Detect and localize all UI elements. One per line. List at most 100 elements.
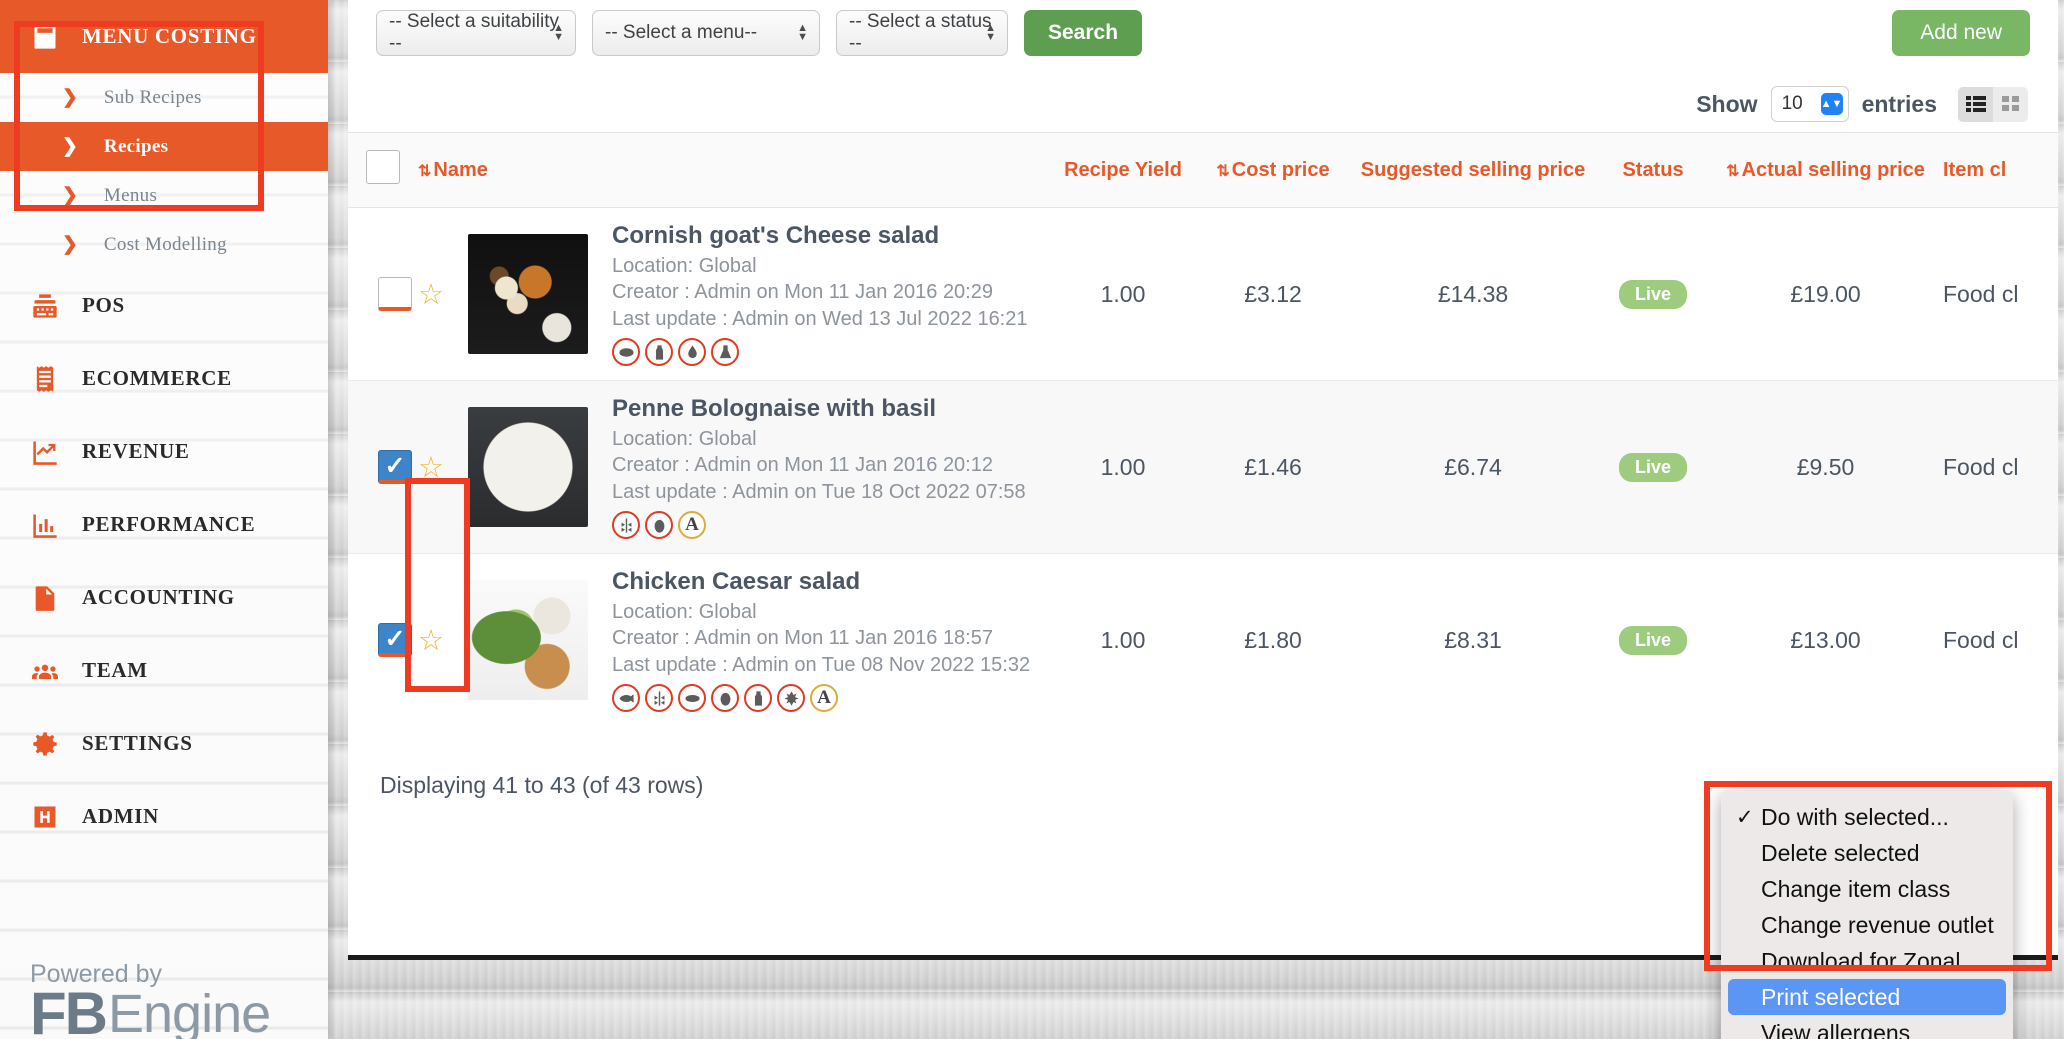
allergen-egg-icon[interactable] [711,684,739,713]
recipe-meta: Chicken Caesar salad Location: Global Cr… [612,568,1030,713]
sidebar-item-label: ACCOUNTING [82,585,235,609]
calculator-icon [30,22,60,52]
menu-item-label: Print selected [1761,983,1901,1010]
suitability-select[interactable]: -- Select a suitability -- ▲ ▼ [376,10,576,56]
chevron-right-icon: ❯ [62,185,78,206]
allergen-mustard-icon[interactable] [744,684,772,713]
allergen-gluten-icon[interactable] [645,684,673,713]
sidebar-item-pos[interactable]: POS [0,269,328,342]
allergen-alcohol-icon[interactable]: A [810,684,838,713]
view-toggle[interactable] [1958,86,2028,122]
recipe-title[interactable]: Penne Bolognaise with basil [612,395,1026,423]
menu-item-label: View allergens [1761,1019,1911,1039]
row-checkbox[interactable] [378,277,412,311]
sidebar-item-label: TEAM [82,658,148,682]
favourite-star-icon[interactable]: ☆ [418,277,444,312]
add-new-button[interactable]: Add new [1892,10,2030,56]
menu-item-print-selected[interactable]: Print selected [1728,979,2006,1015]
allergen-milk-icon[interactable] [645,338,673,367]
stepper-arrows-icon: ▲ ▼ [797,21,808,43]
row-select-cell[interactable]: ✓ [348,380,418,554]
table-row[interactable]: ☆ Cornish goat's Cheese salad Location: … [348,208,2058,381]
stepper-arrows-icon[interactable]: ▲▼ [1820,93,1843,115]
menu-item-do-with-selected[interactable]: ✓ Do with selected... [1721,799,2013,835]
sidebar-subitem-sub-recipes[interactable]: ❯ Sub Recipes [0,73,328,122]
select-all-header[interactable] [348,132,418,208]
chevron-right-icon: ❯ [62,136,78,157]
menu-item-download-for-zonal[interactable]: Download for Zonal [1721,943,2013,979]
row-select-cell[interactable] [348,208,418,381]
allergen-sulphites-icon[interactable] [711,338,739,367]
recipe-thumbnail[interactable] [468,407,588,527]
sidebar-item-accounting[interactable]: ACCOUNTING [0,561,328,634]
row-suggested-selling-price: £6.74 [1348,380,1598,554]
header-suggested-selling-price[interactable]: Suggested selling price [1348,132,1598,208]
row-status-cell: Live [1598,208,1708,381]
status-select[interactable]: -- Select a status -- ▲ ▼ [836,10,1008,56]
row-actual-selling-price: £19.00 [1790,280,1861,307]
sidebar-item-revenue[interactable]: REVENUE [0,415,328,488]
allergen-celery-icon[interactable] [777,684,805,713]
recipe-thumbnail[interactable] [468,580,588,700]
entries-per-page-select[interactable]: 10 ▲▼ [1770,86,1849,122]
sidebar-subitem-recipes[interactable]: ❯ Recipes [0,122,328,171]
sidebar-item-settings[interactable]: SETTINGS [0,707,328,780]
allergen-mustard-icon[interactable] [678,338,706,367]
suitability-value: -- Select a suitability -- [389,11,560,54]
displaying-rows-text: Displaying 41 to 43 (of 43 rows) [380,772,704,798]
favourite-star-icon[interactable]: ☆ [418,450,444,485]
allergen-celery-icon[interactable] [612,338,640,367]
checkbox-wrap: ✓ [348,381,418,553]
header-cost-price[interactable]: ⇅ Cost price [1198,132,1348,208]
menu-item-change-revenue-outlet[interactable]: Change revenue outlet [1721,907,2013,943]
favourite-star-icon[interactable]: ☆ [418,623,444,658]
sidebar: MENU COSTING ❯ Sub Recipes ❯ Recipes ❯ M… [0,0,328,1039]
row-actual-selling-price: £13.00 [1790,626,1861,653]
row-checkbox[interactable]: ✓ [378,623,412,657]
sort-icon: ⇅ [1726,162,1740,180]
menu-item-view-allergens[interactable]: View allergens [1721,1015,2013,1039]
recipe-title[interactable]: Cornish goat's Cheese salad [612,222,1028,250]
sidebar-item-performance[interactable]: PERFORMANCE [0,488,328,561]
allergen-crustacean-icon[interactable] [678,684,706,713]
row-checkbox[interactable]: ✓ [378,450,412,484]
recipe-location: Location: Global [612,254,757,277]
sidebar-item-team[interactable]: TEAM [0,634,328,707]
name-cell-inner: ☆ Cornish goat's Cheese salad Location: … [418,208,1048,380]
header-item-class[interactable]: Item cl [1943,132,2058,208]
list-view-icon[interactable] [1958,86,1993,122]
recipe-thumbnail[interactable] [468,234,588,354]
allergen-gluten-icon[interactable] [612,511,640,540]
row-select-cell[interactable]: ✓ [348,554,418,727]
menu-select[interactable]: -- Select a menu-- ▲ ▼ [592,10,820,56]
header-status[interactable]: Status [1598,132,1708,208]
allergen-fish-icon[interactable] [612,684,640,713]
allergen-egg-icon[interactable] [645,511,673,540]
recipe-last-update: Last update : Admin on Wed 13 Jul 2022 1… [612,307,1028,330]
recipe-title[interactable]: Chicken Caesar salad [612,568,1030,596]
brand-logo: FB Engine [30,984,300,1039]
table-header-row: ⇅ Name Recipe Yield ⇅ Cost price Suggested… [348,132,2058,208]
menu-item-change-item-class[interactable]: Change item class [1721,871,2013,907]
sidebar-item-label: SETTINGS [82,731,193,755]
allergen-alcohol-icon[interactable]: A [678,511,706,540]
header-recipe-yield[interactable]: Recipe Yield [1048,132,1198,208]
row-name-cell: ☆ Cornish goat's Cheese salad Location: … [418,208,1048,381]
sidebar-item-ecommerce[interactable]: ECOMMERCE [0,342,328,415]
sidebar-item-admin[interactable]: ADMIN [0,780,328,853]
chevron-right-icon: ❯ [62,234,78,255]
do-with-selected-menu[interactable]: ✓ Do with selected... Delete selected Ch… [1721,790,2013,1039]
select-all-checkbox[interactable] [366,150,400,184]
sort-icon: ⇅ [1216,162,1230,180]
search-button[interactable]: Search [1024,10,1143,56]
menu-item-delete-selected[interactable]: Delete selected [1721,835,2013,871]
sidebar-subitem-menus[interactable]: ❯ Menus [0,171,328,220]
header-actual-selling-price[interactable]: ⇅ Actual selling price [1708,132,1943,208]
sidebar-item-menu-costing[interactable]: MENU COSTING [0,0,328,73]
header-name[interactable]: ⇅ Name [418,132,1048,208]
sidebar-subitem-cost-modelling[interactable]: ❯ Cost Modelling [0,220,328,269]
table-row[interactable]: ✓ ☆ Penne Bolognaise with basil Location… [348,380,2058,554]
gear-icon [30,729,60,759]
table-row[interactable]: ✓ ☆ Chicken Caesar salad Location: Globa… [348,554,2058,727]
grid-view-icon[interactable] [1993,86,2028,122]
